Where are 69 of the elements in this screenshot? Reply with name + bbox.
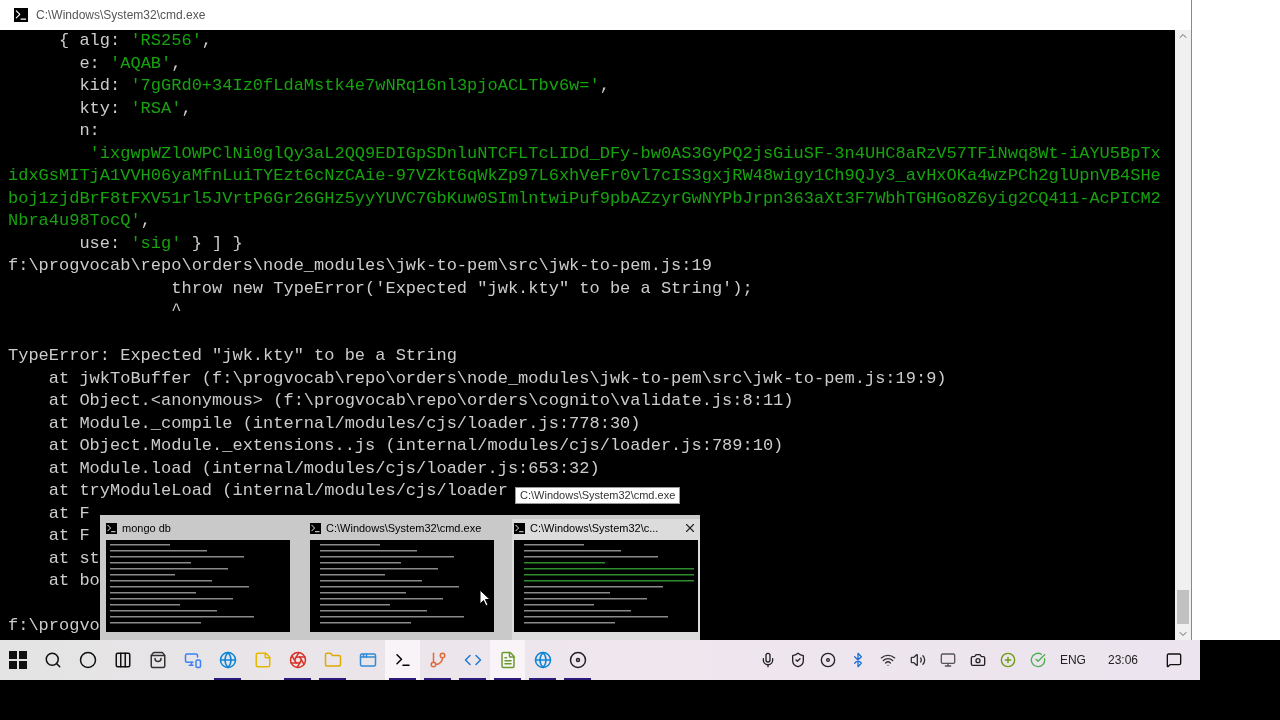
console-line: Nbra4u98TocQ', (8, 210, 151, 232)
sticky-note-icon (253, 651, 272, 669)
taskbar-button[interactable] (490, 640, 525, 680)
shield-icon[interactable] (789, 652, 806, 668)
plus-icon[interactable] (999, 652, 1016, 668)
notification-icon[interactable] (1166, 652, 1182, 668)
console-line: at Module.load (internal/modules/cjs/loader.js:653:32) (47, 457, 600, 480)
console-line: at F (47, 525, 90, 547)
console-line: n: (78, 120, 100, 142)
terminal-icon (393, 651, 412, 669)
console-line: at jwkToBuffer (f:\progvocab\repo\orders\node_modules\jwk-to-pem\src\jwk-to-pem.js:19:9) (47, 367, 947, 390)
branch-icon (428, 651, 447, 669)
disc-icon[interactable] (819, 652, 836, 668)
console-line: at Module._compile (internal/modules/cjs/loader.js:778:30) (47, 412, 641, 435)
wifi-icon[interactable] (879, 652, 896, 668)
console-line: f:\progvocab\repo\orders\node_modules\jwk-to-pem\src\jwk-to-pem.js:19 (8, 255, 712, 277)
console-line: at tryModuleLoad (internal/modules/cjs/loader (47, 480, 508, 502)
search-icon (43, 651, 62, 669)
terminal-icon (106, 522, 117, 534)
globe-icon (533, 651, 552, 669)
notepad-icon (498, 651, 517, 669)
terminal-icon (514, 522, 525, 534)
console-line: use: 'sig' } ] } (78, 232, 243, 255)
clock[interactable]: 23:06 (1107, 651, 1138, 669)
scrollbar-thumb[interactable] (1177, 590, 1189, 624)
windows-logo-icon (8, 651, 27, 669)
console-line: TypeError: Expected "jwk.kty" to be a String (8, 345, 457, 367)
window-thumbnail[interactable]: mongo db (104, 519, 292, 640)
terminal-icon (310, 522, 321, 534)
volume-icon[interactable] (909, 652, 926, 668)
console-line: at bo (47, 570, 100, 592)
close-icon (683, 521, 697, 535)
task-view-icon (113, 651, 132, 669)
console-line: at Object.<anonymous> (f:\progvocab\repo\orders\cognito\validate.js:8:11) (47, 390, 794, 412)
console-line: { alg: 'RS256', (58, 30, 213, 52)
window-thumbnail[interactable]: C:\Windows\System32\c... (512, 519, 700, 640)
scrollbar[interactable] (1175, 30, 1191, 640)
thumbnail-title: mongo db (122, 520, 172, 536)
folder-icon (323, 651, 342, 669)
window-thumbnail[interactable]: C:\Windows\System32\cmd.exe (308, 519, 496, 640)
console-line: 'ixgwpWZlOWPClNi0glQy3aL2QQ9EDIGpSDnluNTCFLTcLIDd_DFy-bw0AS3GyPQ2jsGiuSF-3n4UHC8aRzV57TFiNwq8Wt-iAYU5BpTx (88, 142, 1161, 165)
console-line: boj1zjdBrF8tFXV51rl5JVrtP6Gr26GHz5yyYUVC7GbKuw0SImlntwiPuf9pbAZzyrGwNYPbJrpn363aXt3F7WbhTGHGo8Z6yig2CQ411-AcPICM2 (8, 187, 1161, 210)
terminal-icon (14, 8, 28, 22)
console-line: idxGsMITjA1VVH06yaMfnLuiTYEzt6cNzCAie-97VZkt6qWkZp97L6xhVeFr0vl7cIS3gxjRW48wigy1Ch9QJy3_avHxOKa4wzPCh2glUpnVB4SHe (8, 165, 1161, 187)
console-line: at F (47, 502, 90, 525)
console-line: kty: 'RSA', (78, 97, 192, 120)
window-title: C:\Windows\System32\cmd.exe (36, 7, 206, 24)
console-line: kid: '7gGRd0+34Iz0fLdaMstk4e7wNRq16nl3pjoACLTbv6w=', (78, 75, 610, 97)
monitor-icon (183, 651, 202, 669)
console-line: throw new TypeError('Expected "jwk.kty" to be a String'); (170, 277, 753, 300)
console-line: ^ (170, 300, 182, 322)
circle-icon (78, 651, 97, 669)
monitor-icon[interactable] (939, 652, 956, 668)
thumbnail-title: C:\Windows\System32\c... (530, 520, 660, 536)
check-icon[interactable] (1029, 652, 1046, 668)
tooltip: C:\Windows\System32\cmd.exe (515, 487, 681, 504)
console-line: at st (47, 547, 100, 570)
console-line: f:\progvo (8, 615, 100, 637)
globe-icon (218, 651, 237, 669)
console-line: e: 'AQAB', (78, 52, 182, 75)
mouse-cursor-icon (479, 589, 491, 607)
window-icon (358, 651, 377, 669)
camera-icon[interactable] (969, 652, 986, 668)
disc-icon (568, 651, 587, 669)
taskbar-button[interactable] (385, 640, 420, 680)
thumbnail-title: C:\Windows\System32\cmd.exe (326, 520, 483, 536)
language-indicator[interactable]: ENG (1059, 651, 1086, 669)
shopping-bag-icon (148, 651, 167, 669)
console-line: at Object.Module._extensions..js (internal/modules/cjs/loader.js:789:10) (47, 435, 784, 457)
